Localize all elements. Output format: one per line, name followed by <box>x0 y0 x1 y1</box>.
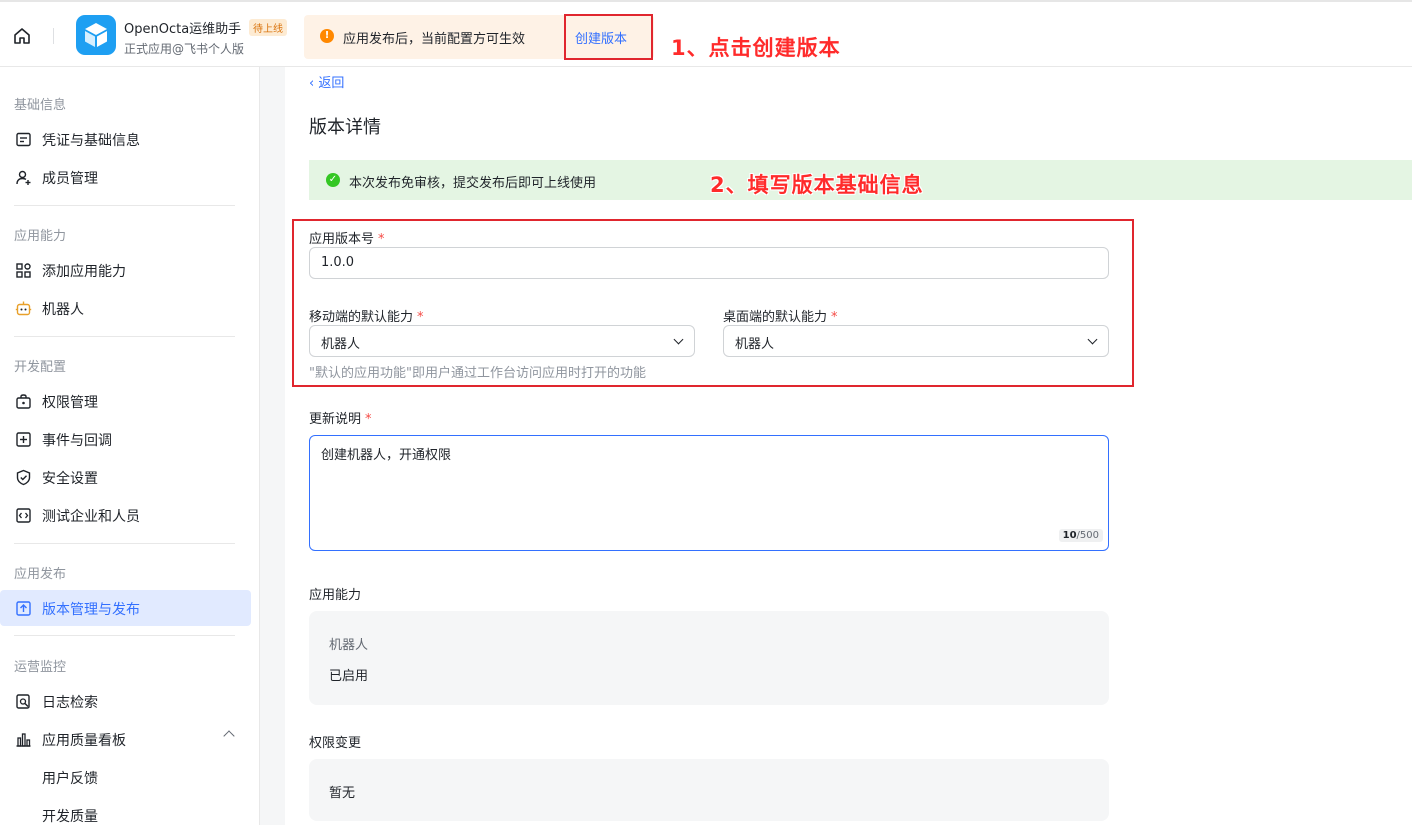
divider <box>14 205 235 206</box>
textarea-value: 创建机器人，开通权限 <box>321 448 452 463</box>
success-text: 本次发布免审核，提交发布后即可上线使用 <box>349 176 597 191</box>
permission-card: 暂无 <box>309 759 1109 821</box>
event-icon <box>15 431 32 448</box>
warning-icon: ! <box>320 29 334 43</box>
sidebar-item-credentials[interactable]: 凭证与基础信息 <box>0 121 251 157</box>
chevron-left-icon: ‹ <box>309 76 319 91</box>
capability-name: 机器人 <box>329 638 369 653</box>
sidebar-section-title: 基础信息 <box>14 98 67 113</box>
sidebar-item-user-feedback[interactable]: 用户反馈 <box>0 759 251 795</box>
sidebar-section-title: 应用发布 <box>14 567 67 582</box>
capability-status: 已启用 <box>329 669 369 684</box>
status-badge: 待上线 <box>249 19 287 36</box>
test-icon <box>15 507 32 524</box>
sidebar: 基础信息 凭证与基础信息 成员管理 应用能力 添加应用能力 机器人 开发配置 权… <box>0 67 260 825</box>
capability-section-label: 应用能力 <box>309 588 362 603</box>
member-icon <box>15 169 32 186</box>
back-label: 返回 <box>318 76 345 91</box>
sidebar-item-label: 安全设置 <box>42 471 98 487</box>
divider <box>53 28 54 44</box>
sidebar-item-label: 凭证与基础信息 <box>42 133 140 149</box>
sidebar-item-label: 事件与回调 <box>42 433 112 449</box>
chart-icon <box>15 731 32 748</box>
sidebar-item-label: 权限管理 <box>42 395 98 411</box>
notice-text: 应用发布后，当前配置方可生效 <box>343 32 526 47</box>
character-counter: 10/500 <box>1058 529 1103 542</box>
shield-icon <box>15 469 32 486</box>
sidebar-item-label: 添加应用能力 <box>42 264 126 280</box>
sidebar-item-members[interactable]: 成员管理 <box>0 159 251 195</box>
sidebar-item-label: 应用质量看板 <box>42 733 126 749</box>
page-title: 版本详情 <box>309 117 381 138</box>
permission-section-label: 权限变更 <box>309 736 362 751</box>
divider <box>14 543 235 544</box>
sidebar-gutter <box>260 67 285 825</box>
upload-icon <box>15 600 32 617</box>
sidebar-item-label: 用户反馈 <box>42 771 98 787</box>
sidebar-item-version-release[interactable]: 版本管理与发布 <box>0 590 251 626</box>
credential-icon <box>15 131 32 148</box>
robot-icon <box>15 300 32 317</box>
sidebar-item-security[interactable]: 安全设置 <box>0 459 251 495</box>
chevron-up-icon[interactable] <box>223 730 235 742</box>
sidebar-item-label: 成员管理 <box>42 171 98 187</box>
sidebar-item-robot[interactable]: 机器人 <box>0 290 251 326</box>
permission-value: 暂无 <box>329 786 356 801</box>
sidebar-item-label: 机器人 <box>42 302 84 318</box>
sidebar-item-dev-quality[interactable]: 开发质量 <box>0 797 251 833</box>
divider <box>14 635 235 636</box>
home-icon[interactable] <box>12 26 32 46</box>
sidebar-section-title: 运营监控 <box>14 660 67 675</box>
sidebar-item-add-capability[interactable]: 添加应用能力 <box>0 252 251 288</box>
sidebar-item-events[interactable]: 事件与回调 <box>0 421 251 457</box>
permission-icon <box>15 393 32 410</box>
check-circle-icon: ✓ <box>326 173 340 187</box>
capability-card: 机器人 已启用 <box>309 611 1109 705</box>
release-notes-textarea[interactable]: 创建机器人，开通权限 10/500 <box>309 435 1109 551</box>
sidebar-item-label: 日志检索 <box>42 695 98 711</box>
divider <box>14 336 235 337</box>
sidebar-section-title: 应用能力 <box>14 229 67 244</box>
add-capability-icon <box>15 262 32 279</box>
sidebar-item-label: 版本管理与发布 <box>42 602 140 618</box>
sidebar-item-log-search[interactable]: 日志检索 <box>0 683 251 719</box>
release-notes-label: 更新说明 * <box>309 412 372 427</box>
log-search-icon <box>15 693 32 710</box>
app-name: OpenOcta运维助手 <box>124 22 242 37</box>
annotation-box-basic-info <box>292 219 1134 387</box>
annotation-step1: 1、点击创建版本 <box>671 36 841 60</box>
sidebar-item-quality-dashboard[interactable]: 应用质量看板 <box>0 721 251 757</box>
sidebar-section-title: 开发配置 <box>14 360 67 375</box>
annotation-step2: 2、填写版本基础信息 <box>710 173 924 197</box>
sidebar-item-label: 开发质量 <box>42 809 98 825</box>
app-logo-icon <box>76 15 116 55</box>
sidebar-item-permissions[interactable]: 权限管理 <box>0 383 251 419</box>
annotation-box-create-version <box>564 14 653 60</box>
sidebar-item-test-users[interactable]: 测试企业和人员 <box>0 497 251 533</box>
sidebar-item-label: 测试企业和人员 <box>42 509 140 525</box>
back-link[interactable]: ‹ 返回 <box>309 72 344 91</box>
app-subtitle: 正式应用@飞书个人版 <box>124 42 245 56</box>
